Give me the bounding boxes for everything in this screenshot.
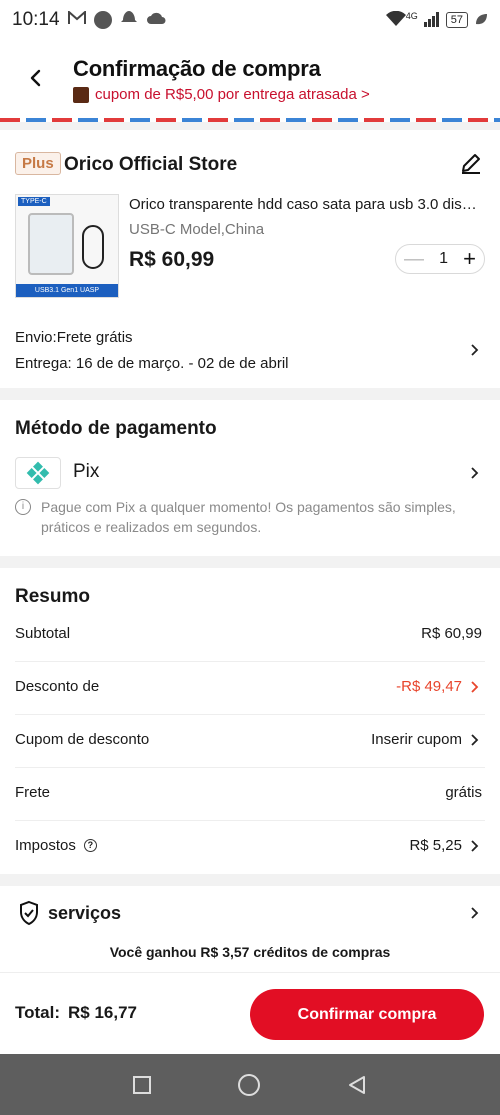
row-value: R$ 5,25 xyxy=(409,837,462,854)
page-title: Confirmação de compra xyxy=(73,56,321,81)
product-title[interactable]: Orico transparente hdd caso sata para us… xyxy=(129,196,484,213)
row-label: Subtotal xyxy=(15,625,71,642)
thumb-footer: USB3.1 Gen1 UASP xyxy=(16,284,118,297)
increase-quantity-button[interactable]: + xyxy=(463,246,476,272)
row-label: Frete xyxy=(15,784,51,801)
order-summary-card: Resumo Subtotal R$ 60,99 Desconto de -R$… xyxy=(0,568,500,874)
usb-cable-illustration xyxy=(82,225,104,269)
services-card: serviços Você ganhou R$ 3,57 créditos de… xyxy=(0,886,500,972)
chevron-right-icon xyxy=(471,344,479,356)
product-variant: USB-C Model,China xyxy=(129,221,265,238)
checkout-footer: Total: R$ 16,77 Confirmar compra xyxy=(0,972,500,1054)
help-icon[interactable]: ? xyxy=(83,839,97,852)
status-bar: 10:14 4G 57 xyxy=(0,0,500,40)
chevron-right-icon xyxy=(471,907,479,919)
services-title: serviços xyxy=(48,903,122,923)
credit-earned-text: Você ganhou R$ 3,57 créditos de compras xyxy=(109,944,391,960)
summary-row-coupon[interactable]: Cupom de desconto Inserir cupom xyxy=(0,715,500,768)
summary-title: Resumo xyxy=(15,586,90,607)
envelope-stripe xyxy=(0,118,500,122)
recent-apps-button[interactable] xyxy=(133,1075,152,1094)
signal-icon xyxy=(423,11,440,30)
package-icon xyxy=(73,86,89,103)
wifi-icon xyxy=(385,10,406,30)
chevron-right-icon xyxy=(471,734,479,746)
chevron-right-icon xyxy=(471,840,479,852)
payment-method-card: Método de pagamento Pix i Pague com Pix … xyxy=(0,400,500,556)
discount-value: -R$ 49,47 xyxy=(396,678,462,695)
battery-level: 57 xyxy=(445,12,468,28)
chevron-right-icon xyxy=(471,467,479,479)
thumb-tag: TYPE-C xyxy=(18,197,50,206)
quantity-value: 1 xyxy=(439,250,449,267)
late-delivery-coupon-link[interactable]: cupom de R$5,00 por entrega atrasada > xyxy=(73,86,370,103)
payment-section-title: Método de pagamento xyxy=(15,418,217,439)
row-label: Impostos xyxy=(15,837,76,854)
mail-icon xyxy=(67,9,86,31)
row-label: Cupom de desconto xyxy=(15,731,150,748)
network-label: 4G xyxy=(405,11,418,21)
back-arrow-icon[interactable] xyxy=(24,66,48,90)
total-label: Total: xyxy=(15,1003,61,1022)
system-navigation-bar xyxy=(0,1054,500,1115)
home-button[interactable] xyxy=(237,1073,260,1096)
insert-coupon-link: Inserir cupom xyxy=(371,731,462,748)
promo-text: cupom de R$5,00 por entrega atrasada > xyxy=(95,86,370,103)
summary-row-discount[interactable]: Desconto de -R$ 49,47 xyxy=(0,662,500,715)
system-back-button[interactable] xyxy=(347,1075,367,1095)
status-time: 10:14 xyxy=(12,9,60,30)
delivery-estimate: Entrega: 16 de de março. - 02 de de abri… xyxy=(15,355,289,372)
chevron-right-icon xyxy=(471,681,479,693)
store-card: Plus Orico Official Store TYPE-C USB3.1 … xyxy=(0,130,500,388)
summary-row-taxes[interactable]: Impostos ? R$ 5,25 xyxy=(0,821,500,874)
page-header: Confirmação de compra cupom de R$5,00 po… xyxy=(0,40,500,118)
confirm-purchase-button[interactable]: Confirmar compra xyxy=(250,989,484,1040)
order-total: Total: R$ 16,77 xyxy=(15,1003,137,1023)
shield-check-icon xyxy=(20,900,38,926)
quantity-stepper: — 1 + xyxy=(395,244,485,274)
product-price: R$ 60,99 xyxy=(129,248,215,271)
summary-row-subtotal: Subtotal R$ 60,99 xyxy=(0,609,500,662)
row-label: Desconto de xyxy=(15,678,100,695)
store-name[interactable]: Orico Official Store xyxy=(64,154,237,176)
leaf-icon xyxy=(474,12,488,29)
total-value: R$ 16,77 xyxy=(68,1003,138,1022)
summary-row-shipping: Frete grátis xyxy=(0,768,500,821)
row-value: R$ 60,99 xyxy=(421,625,482,642)
notification-icon xyxy=(120,8,138,32)
record-icon xyxy=(93,11,112,29)
info-icon: i xyxy=(15,499,31,515)
plus-badge: Plus xyxy=(15,152,61,175)
pix-icon xyxy=(15,457,61,489)
edit-pencil-icon[interactable] xyxy=(460,152,482,174)
payment-method-name: Pix xyxy=(73,461,100,482)
shipping-method: Envio:Frete grátis xyxy=(15,329,133,346)
hdd-case-illustration xyxy=(28,213,74,275)
cloud-icon xyxy=(146,9,168,31)
payment-note: Pague com Pix a qualquer momento! Os pag… xyxy=(41,499,456,535)
row-value: grátis xyxy=(445,784,482,801)
decrease-quantity-button[interactable]: — xyxy=(404,248,424,271)
product-image[interactable]: TYPE-C USB3.1 Gen1 UASP xyxy=(15,194,119,298)
